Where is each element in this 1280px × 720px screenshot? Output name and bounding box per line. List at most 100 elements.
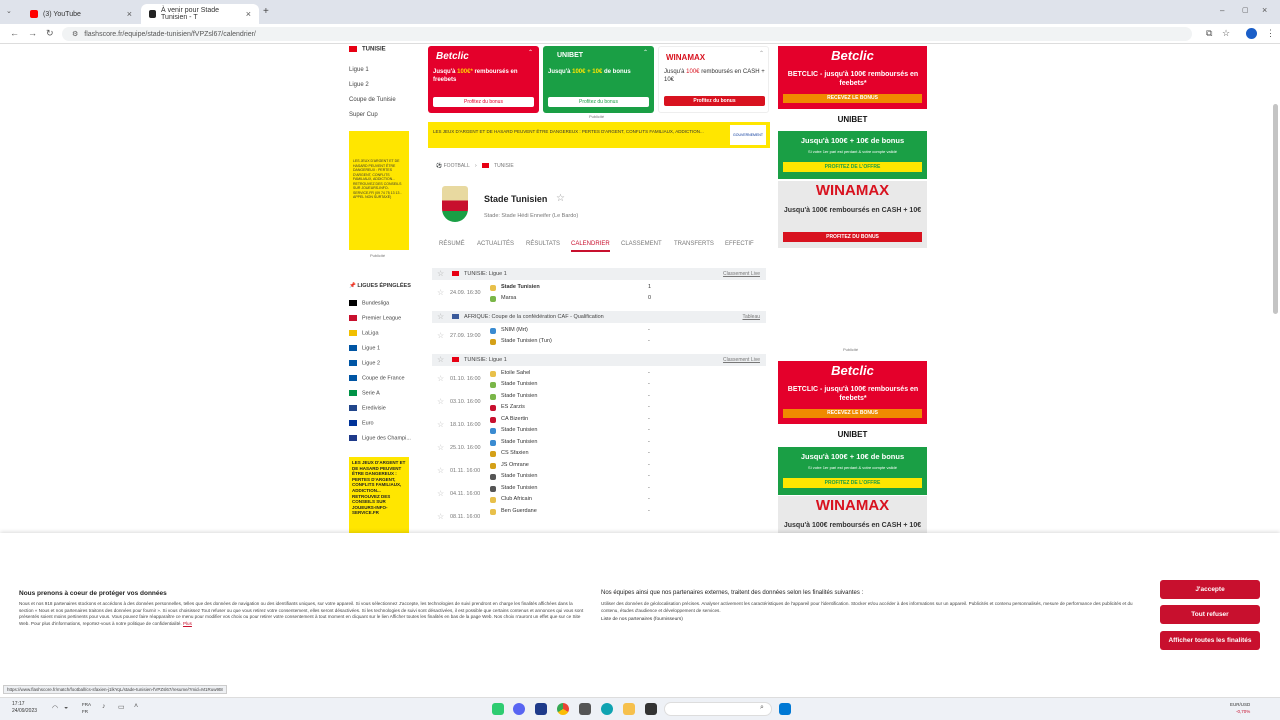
pinned-league-item[interactable]: Coupe de France (349, 375, 405, 381)
back-icon[interactable]: ← (10, 28, 19, 38)
winamax-cta-button[interactable]: Profitez du bonus (664, 96, 765, 106)
microphone-icon[interactable]: ♪ (102, 703, 106, 710)
app-icon[interactable] (535, 703, 547, 715)
breadcrumb-country[interactable]: TUNISIE (494, 163, 514, 169)
refuse-all-button[interactable]: Tout refuser (1160, 605, 1260, 624)
tab-classement[interactable]: CLASSEMENT (621, 241, 662, 247)
favorite-star-icon[interactable]: ☆ (437, 312, 444, 321)
close-icon[interactable]: × (127, 9, 132, 19)
match-row[interactable]: ☆ 03.10. 16:00 Stade Tunisien ES Zarzis - - (432, 391, 766, 414)
bookmark-star-icon[interactable]: ☆ (1222, 28, 1230, 39)
close-icon[interactable]: × (246, 9, 251, 19)
unibet-ad-card[interactable]: UNIBET ⌃ Jusqu'à 100€ + 10€ de bonus Pro… (543, 46, 654, 113)
match-row[interactable]: ☆ 04.11. 16:00 Stade Tunisien Club Africain… (432, 483, 766, 506)
favorite-star-icon[interactable]: ☆ (437, 269, 444, 278)
right-betclic-banner-2[interactable]: Betclic BETCLIC - jusqu'à 100€ remboursé… (778, 361, 927, 424)
site-info-icon[interactable]: ⚙ (72, 31, 78, 38)
tab-actualites[interactable]: ACTUALITÉS (477, 241, 514, 247)
standings-link[interactable]: Tableau (742, 314, 760, 320)
right-winamax-banner-2[interactable]: WINAMAX Jusqu'à 100€ remboursés en CASH … (778, 496, 927, 533)
start-windows-icon[interactable] (779, 703, 791, 715)
tab-transferts[interactable]: TRANSFERTS (674, 241, 714, 247)
pinned-league-item[interactable]: Ligue des Champi... (349, 435, 411, 441)
menu-icon[interactable]: ⋮ (1266, 28, 1275, 39)
pinned-league-item[interactable]: Serie A (349, 390, 380, 396)
tab-calendrier[interactable]: CALENDRIER (571, 241, 610, 252)
pinned-league-item[interactable]: Eredivisie (349, 405, 386, 411)
standings-link[interactable]: Classement Live (723, 271, 760, 277)
window-close-icon[interactable]: × (1262, 5, 1267, 15)
right-unibet-banner[interactable]: Jusqu'à 100€ + 10€ de bonus Si votre 1er… (778, 131, 927, 179)
favorite-star-icon[interactable]: ☆ (556, 193, 565, 204)
league-link[interactable]: Super Cup (349, 112, 378, 118)
breadcrumb-sport[interactable]: FOOTBALL (444, 163, 470, 169)
winamax-ad-card[interactable]: WINAMAX ⌃ Jusqu'à 100€ remboursés en CAS… (658, 46, 769, 113)
network-icon[interactable]: ◒ (64, 704, 68, 711)
url-field[interactable]: ⚙ flashscore.fr/equipe/stade-tunisien/fVP… (62, 27, 1192, 41)
favorite-star-icon[interactable]: ☆ (437, 512, 444, 521)
match-row[interactable]: ☆ 01.10. 16:00 Etoile Sahel Stade Tunisien -… (432, 368, 766, 391)
tab-youtube[interactable]: (3) YouTube × (22, 4, 140, 24)
tab-list-icon[interactable]: ⌄ (6, 7, 12, 15)
favorite-star-icon[interactable]: ☆ (437, 466, 444, 475)
tab-resultats[interactable]: RÉSULTATS (526, 241, 560, 247)
translate-icon[interactable]: ⧉ (1206, 28, 1212, 39)
app-icon[interactable] (492, 703, 504, 715)
collapse-icon[interactable]: ⌃ (759, 50, 764, 57)
discord-icon[interactable] (513, 703, 525, 715)
pinned-league-item[interactable]: Premier League (349, 315, 401, 321)
pinned-league-item[interactable]: Euro (349, 420, 374, 426)
betclic-cta-button[interactable]: RECEVEZ LE BONUS (783, 409, 922, 418)
match-row[interactable]: ☆ 25.10. 16:00 Stade Tunisien CS Sfaxien - - (432, 437, 766, 460)
pinned-league-item[interactable]: LaLiga (349, 330, 379, 336)
chevron-up-icon[interactable]: ˄ (134, 703, 138, 710)
app-icon[interactable] (579, 703, 591, 715)
pinned-league-item[interactable]: Bundesliga (349, 300, 389, 306)
unibet-cta-button[interactable]: PROFITEZ DE L'OFFRE (783, 478, 922, 488)
match-row[interactable]: ☆ 08.11. 16:00 Ben Guerdane - (432, 506, 766, 529)
match-row[interactable]: ☆ 24.09. 16:30 Stade Tunisien Marsa 1 0 (432, 282, 766, 305)
favorite-star-icon[interactable]: ☆ (437, 443, 444, 452)
standings-link[interactable]: Classement Live (723, 357, 760, 363)
maximize-icon[interactable]: ▢ (1242, 6, 1249, 14)
collapse-icon[interactable]: ⌃ (643, 49, 648, 56)
battery-icon[interactable]: ▭ (118, 703, 125, 711)
pinned-league-item[interactable]: Ligue 1 (349, 345, 380, 351)
page-scrollbar[interactable] (1273, 104, 1278, 314)
profile-avatar[interactable] (1246, 28, 1257, 39)
betclic-cta-button[interactable]: Profitez du bonus (433, 97, 534, 107)
betclic-cta-button[interactable]: RECEVEZ LE BONUS (783, 94, 922, 103)
favorite-star-icon[interactable]: ☆ (437, 420, 444, 429)
tab-flashscore[interactable]: À venir pour Stade Tunisien - T × (141, 4, 259, 24)
right-unibet-banner-2[interactable]: Jusqu'à 100€ + 10€ de bonus Si votre 1er… (778, 447, 927, 495)
favorite-star-icon[interactable]: ☆ (437, 288, 444, 297)
show-purposes-button[interactable]: Afficher toutes les finalités (1160, 631, 1260, 650)
wifi-icon[interactable]: ◠ (52, 704, 58, 712)
pinned-league-item[interactable]: Ligue 2 (349, 360, 380, 366)
file-explorer-icon[interactable] (623, 703, 635, 715)
accept-button[interactable]: J'accepte (1160, 580, 1260, 599)
league-link[interactable]: Ligue 2 (349, 82, 369, 88)
favorite-star-icon[interactable]: ☆ (437, 355, 444, 364)
collapse-icon[interactable]: ⌃ (528, 49, 533, 56)
match-row[interactable]: ☆ 18.10. 16:00 CA Bizertin Stade Tunisien - - (432, 414, 766, 437)
league-link[interactable]: Coupe de Tunisie (349, 97, 396, 103)
language-label[interactable]: FRA (82, 701, 91, 708)
favorite-star-icon[interactable]: ☆ (437, 374, 444, 383)
favorite-star-icon[interactable]: ☆ (437, 397, 444, 406)
forward-icon[interactable]: → (28, 28, 37, 38)
betclic-ad-card[interactable]: Betclic ⌃ Jusqu'à 100€* remboursés en fr… (428, 46, 539, 113)
tab-resume[interactable]: RÉSUMÉ (439, 241, 465, 247)
cookie-more-link[interactable]: Plus (183, 621, 192, 626)
taskbar-search[interactable]: ⌕ (664, 702, 772, 716)
unibet-cta-button[interactable]: Profitez du bonus (548, 97, 649, 107)
favorite-star-icon[interactable]: ☆ (437, 489, 444, 498)
right-betclic-banner[interactable]: Betclic BETCLIC - jusqu'à 100€ remboursé… (778, 46, 927, 109)
unibet-cta-button[interactable]: PROFITEZ DE L'OFFRE (783, 162, 922, 172)
winamax-cta-button[interactable]: PROFITEZ DU BONUS (783, 232, 922, 242)
favorite-star-icon[interactable]: ☆ (437, 331, 444, 340)
right-winamax-banner[interactable]: WINAMAX Jusqu'à 100€ remboursés en CASH … (778, 181, 927, 248)
match-row[interactable]: ☆ 27.09. 19:00 SNIM (Mrt) Stade Tunisien (T… (432, 325, 766, 348)
tab-effectif[interactable]: EFFECTIF (725, 241, 754, 247)
reload-icon[interactable]: ↻ (46, 28, 54, 39)
